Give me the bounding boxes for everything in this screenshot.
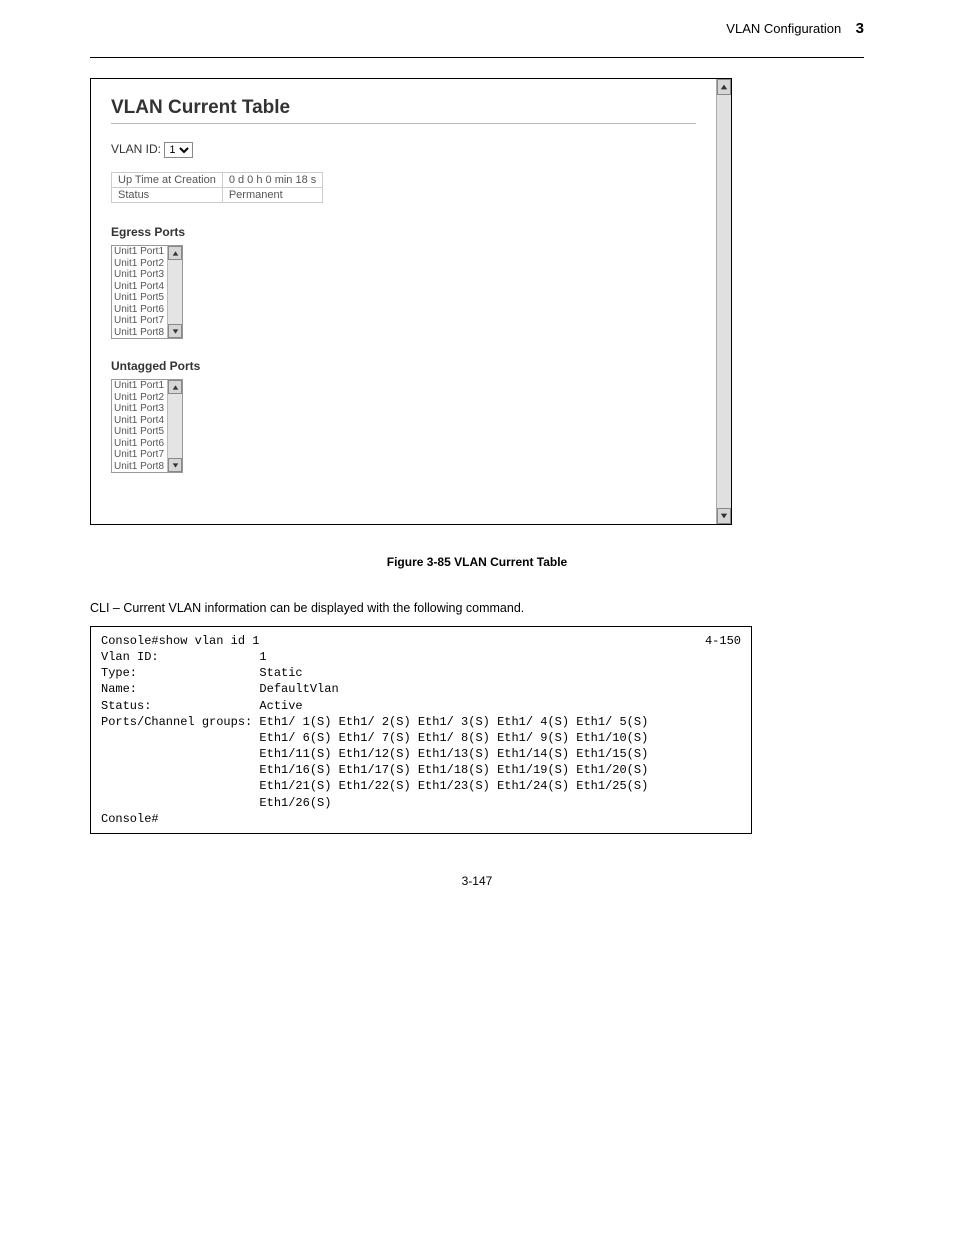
- cli-output: 4-150 Console#show vlan id 1 Vlan ID: 1 T…: [90, 626, 752, 834]
- scroll-up-icon[interactable]: [717, 79, 731, 95]
- scroll-down-icon[interactable]: [168, 324, 182, 338]
- list-item[interactable]: Unit1 Port8: [112, 461, 167, 473]
- uptime-value: 0 d 0 h 0 min 18 s: [222, 173, 322, 188]
- list-item[interactable]: Unit1 Port8: [112, 327, 167, 339]
- list-item[interactable]: Unit1 Port1: [112, 246, 167, 258]
- header-right: VLAN Configuration 3: [726, 20, 864, 37]
- webui-title: VLAN Current Table: [111, 97, 696, 119]
- untagged-label: Untagged Ports: [111, 359, 696, 373]
- list-item[interactable]: Unit1 Port6: [112, 304, 167, 316]
- scroll-down-icon[interactable]: [717, 508, 731, 524]
- frame-scrollbar[interactable]: [716, 79, 731, 524]
- figure-caption: Figure 3-85 VLAN Current Table: [90, 555, 864, 569]
- list-item[interactable]: Unit1 Port2: [112, 392, 167, 404]
- egress-label: Egress Ports: [111, 225, 696, 239]
- header-rule: [90, 57, 864, 58]
- list-item[interactable]: Unit1 Port2: [112, 258, 167, 270]
- list-item[interactable]: Unit1 Port3: [112, 403, 167, 415]
- status-label: Status: [112, 188, 223, 203]
- untagged-ports-list: Unit1 Port1 Unit1 Port2 Unit1 Port3 Unit…: [112, 380, 167, 472]
- untagged-ports-listbox[interactable]: Unit1 Port1 Unit1 Port2 Unit1 Port3 Unit…: [111, 379, 183, 473]
- egress-ports-list: Unit1 Port1 Unit1 Port2 Unit1 Port3 Unit…: [112, 246, 167, 338]
- meta-table: Up Time at Creation 0 d 0 h 0 min 18 s S…: [111, 172, 323, 203]
- list-item[interactable]: Unit1 Port4: [112, 415, 167, 427]
- egress-scrollbar[interactable]: [167, 246, 182, 338]
- cli-intro-text: CLI – Current VLAN information can be di…: [90, 599, 864, 618]
- list-item[interactable]: Unit1 Port4: [112, 281, 167, 293]
- scroll-up-icon[interactable]: [168, 380, 182, 394]
- uptime-label: Up Time at Creation: [112, 173, 223, 188]
- vlan-id-row: VLAN ID: 1: [111, 142, 696, 158]
- list-item[interactable]: Unit1 Port5: [112, 292, 167, 304]
- status-value: Permanent: [222, 188, 322, 203]
- page-header: VLAN Configuration 3: [90, 20, 864, 37]
- list-item[interactable]: Unit1 Port6: [112, 438, 167, 450]
- untagged-scrollbar[interactable]: [167, 380, 182, 472]
- egress-ports-listbox[interactable]: Unit1 Port1 Unit1 Port2 Unit1 Port3 Unit…: [111, 245, 183, 339]
- webui-screenshot: VLAN Current Table VLAN ID: 1 Up Time at…: [90, 78, 732, 525]
- scroll-up-icon[interactable]: [168, 246, 182, 260]
- vlan-id-select[interactable]: 1: [164, 142, 193, 158]
- list-item[interactable]: Unit1 Port5: [112, 426, 167, 438]
- page-number: 3-147: [90, 874, 864, 888]
- cli-page-ref: 4-150: [705, 633, 741, 649]
- list-item[interactable]: Unit1 Port3: [112, 269, 167, 281]
- list-item[interactable]: Unit1 Port7: [112, 449, 167, 461]
- scroll-down-icon[interactable]: [168, 458, 182, 472]
- list-item[interactable]: Unit1 Port7: [112, 315, 167, 327]
- vlan-id-label: VLAN ID:: [111, 142, 161, 156]
- cli-text: Console#show vlan id 1 Vlan ID: 1 Type: …: [101, 634, 648, 826]
- list-item[interactable]: Unit1 Port1: [112, 380, 167, 392]
